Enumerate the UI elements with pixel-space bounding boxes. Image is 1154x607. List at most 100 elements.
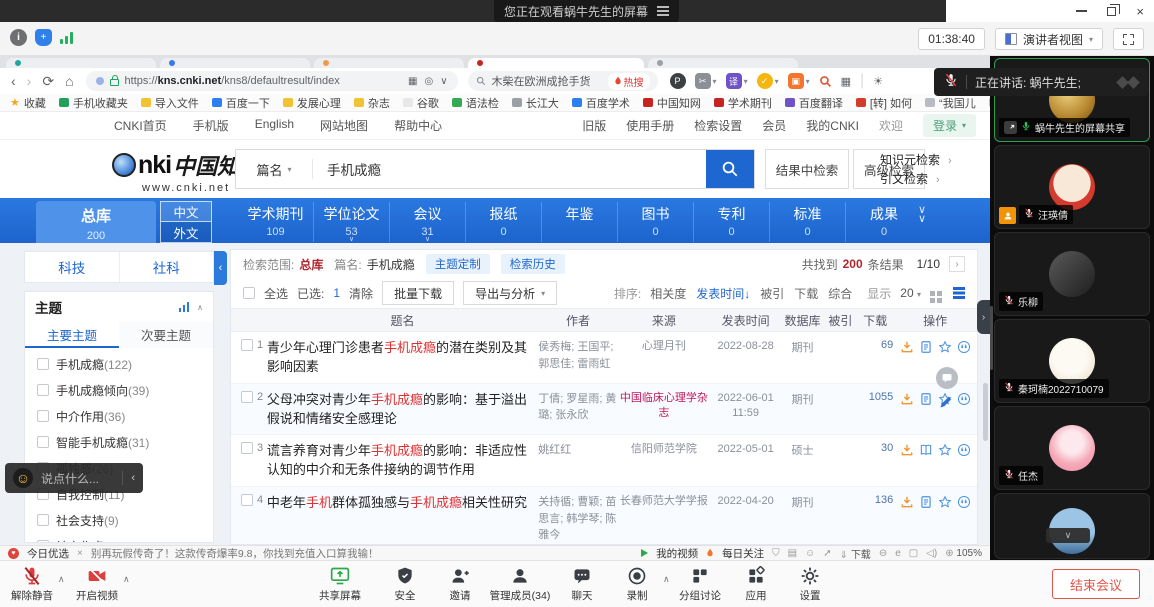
result-title[interactable]: 父母冲突对青少年手机成瘾的影响：基于溢出假说和情绪安全感理论 <box>267 391 538 429</box>
screenshot-icon[interactable]: ✂ <box>695 73 711 89</box>
result-source[interactable]: 信阳师范学院 <box>618 442 710 457</box>
db-tab-学位论文[interactable]: 学位论文53∨ <box>314 202 390 242</box>
bookmark-item[interactable]: 百度学术 <box>572 95 630 111</box>
quick-chat-overlay[interactable]: ☺ 说点什么... ‹ <box>5 463 143 493</box>
knowledge-search-link[interactable]: 知识元检索› <box>880 151 952 170</box>
participant-tile[interactable]: 任杰 <box>994 406 1150 490</box>
select-all-checkbox[interactable] <box>243 287 255 299</box>
download-icon-button[interactable] <box>900 495 914 514</box>
result-title[interactable]: 中老年手机群体孤独感与手机成瘾相关性研究 <box>267 494 538 513</box>
scope-value[interactable]: 总库 <box>299 256 323 273</box>
participant-tile[interactable]: 汪瑛倩 <box>994 145 1150 229</box>
page-size-selector[interactable]: 20 ▾ <box>900 286 921 300</box>
url-bar[interactable]: https://kns.cnki.net/kns8/defaultresult/… <box>86 71 458 91</box>
doc-icon-button[interactable] <box>919 495 933 514</box>
rocket-icon[interactable]: ➚ <box>823 548 831 559</box>
note-pencil-button[interactable] <box>938 395 953 415</box>
reader-icon[interactable]: ▦ <box>408 76 417 87</box>
table-row[interactable]: 1青少年心理门诊患者手机成瘾的潜在类别及其影响因素侯秀梅; 王国平; 郭思佳; … <box>231 332 977 384</box>
apps-grid-icon[interactable]: ▦ <box>841 75 851 88</box>
quote-icon-button[interactable] <box>957 443 971 462</box>
tab-chinese[interactable]: 中文 <box>160 201 212 222</box>
bookmark-item[interactable]: 杂志 <box>354 95 390 111</box>
topic-checkbox[interactable] <box>37 384 49 396</box>
clear-selection-button[interactable]: 清除 <box>349 285 373 302</box>
result-authors[interactable]: 侯秀梅; 王国平; 郭思佳; 雷雨虹 <box>538 339 618 372</box>
minimize-button[interactable] <box>1076 10 1087 12</box>
view-mode-selector[interactable]: 演讲者视图 ▾ <box>995 28 1103 50</box>
search-field-selector[interactable]: 篇名▾ <box>236 150 312 188</box>
result-actions[interactable] <box>893 339 977 359</box>
topic-checkbox[interactable] <box>37 410 49 422</box>
bookmark-item[interactable]: 谷歌 <box>403 95 439 111</box>
download-icon-button[interactable] <box>900 392 914 411</box>
emoji-icon[interactable]: ☺ <box>13 468 33 488</box>
collapse-panel-button[interactable]: ∨ <box>1046 528 1090 543</box>
home-icon[interactable]: ⌂ <box>65 73 73 89</box>
participant-tile[interactable]: 乐柳 <box>994 232 1150 316</box>
dismiss-icon[interactable]: × <box>77 548 83 559</box>
ie-icon[interactable]: e <box>895 548 901 559</box>
bookmark-item[interactable]: 手机收藏夹 <box>59 95 128 111</box>
db-tab-图书[interactable]: 图书0 <box>618 202 694 242</box>
info-icon[interactable]: i <box>10 29 27 46</box>
db-tab-成果[interactable]: 成果0 <box>846 202 922 242</box>
db-tab-标准[interactable]: 标准0 <box>770 202 846 242</box>
topic-item[interactable]: 手机成瘾倾向(39) <box>25 377 213 403</box>
sort-相关度[interactable]: 相关度 <box>650 285 686 302</box>
db-tab-会议[interactable]: 会议31∨ <box>390 202 466 242</box>
chevron-up-icon[interactable]: ∧ <box>197 303 203 312</box>
search-button[interactable] <box>706 150 754 188</box>
tab-social[interactable]: 社科 <box>120 252 214 282</box>
bookmark-item[interactable]: 学术期刊 <box>714 95 772 111</box>
chat-input[interactable]: 说点什么... <box>41 470 114 487</box>
my-video-label[interactable]: 我的视频 <box>656 546 698 561</box>
omnibox-search[interactable]: 木柴在欧洲成抢手货 热搜 <box>468 71 658 91</box>
feedback-bubble-button[interactable] <box>936 367 958 389</box>
panel-scrollbar[interactable] <box>990 306 993 370</box>
participant-tile-partial[interactable] <box>994 493 1150 559</box>
end-meeting-button[interactable]: 结束会议 <box>1052 569 1140 599</box>
bookmark-item[interactable]: 百度一下 <box>212 95 270 111</box>
next-page-button[interactable]: › <box>949 256 965 272</box>
star-icon-button[interactable] <box>938 443 952 462</box>
sort-发表时间[interactable]: 发表时间↓ <box>696 285 750 302</box>
bookmark-item[interactable]: [转] 如何 <box>856 95 912 111</box>
cnki-nav-link[interactable]: English <box>255 117 294 134</box>
close-button[interactable]: × <box>1136 5 1144 18</box>
chevron-up-icon[interactable]: ∧ <box>123 574 130 585</box>
batch-download-button[interactable]: 批量下载 <box>382 281 454 305</box>
table-row[interactable]: 3谎言养育对青少年手机成瘾的影响：非适应性认知的中介和无条件接纳的调节作用姚红红… <box>231 435 977 487</box>
search-history-button[interactable]: 检索历史 <box>501 254 565 274</box>
bookmark-item[interactable]: 语法检 <box>452 95 499 111</box>
protect-shield-icon[interactable]: + <box>35 29 52 46</box>
result-title[interactable]: 青少年心理门诊患者手机成瘾的潜在类别及其影响因素 <box>267 339 538 377</box>
topic-item[interactable]: 手机成瘾(122) <box>25 351 213 377</box>
daily-follow-label[interactable]: 每日关注 <box>722 546 764 561</box>
side-panel-handle[interactable]: › <box>977 300 990 334</box>
result-source[interactable]: 长春师范大学学报 <box>618 494 710 509</box>
ad-text[interactable]: 别再玩假传奇了！这款传奇爆率9.8，你找到充值入口算我输！ <box>91 546 379 561</box>
bookmark-item[interactable]: “我国儿 <box>925 95 976 111</box>
smiley-icon[interactable]: ☺ <box>805 548 815 559</box>
promo-label[interactable]: 今日优选 <box>27 546 69 561</box>
citation-search-link[interactable]: 引文检索› <box>880 170 952 189</box>
banner-menu-icon[interactable] <box>657 10 669 12</box>
cnki-nav-link[interactable]: 网站地图 <box>320 117 368 134</box>
bookmark-item[interactable]: 百度翻译 <box>785 95 843 111</box>
bookmark-item[interactable]: 长江大 <box>512 95 559 111</box>
tab-primary-topic[interactable]: 主要主题 <box>25 322 119 348</box>
table-row[interactable]: 2父母冲突对青少年手机成瘾的影响：基于溢出假说和情绪安全感理论丁倩; 罗星雨; … <box>231 384 977 436</box>
db-tab-学术期刊[interactable]: 学术期刊109 <box>238 202 314 242</box>
topic-item[interactable]: 社交焦虑(9) <box>25 533 213 543</box>
back-icon[interactable]: ‹ <box>11 73 16 89</box>
db-tab-年鉴[interactable]: 年鉴 <box>542 202 618 242</box>
list-view-icon[interactable] <box>953 287 965 290</box>
result-authors[interactable]: 丁倩; 罗星雨; 黄璐; 张永欣 <box>538 391 618 424</box>
bookmark-item[interactable]: ★收藏 <box>10 95 46 111</box>
chevron-left-icon[interactable]: ‹ <box>131 472 135 484</box>
download-icon[interactable]: ⇓ 下载 <box>840 546 871 561</box>
result-title[interactable]: 谎言养育对青少年手机成瘾的影响：非适应性认知的中介和无条件接纳的调节作用 <box>267 442 538 480</box>
topic-checkbox[interactable] <box>37 436 49 448</box>
topic-item[interactable]: 社会支持(9) <box>25 507 213 533</box>
